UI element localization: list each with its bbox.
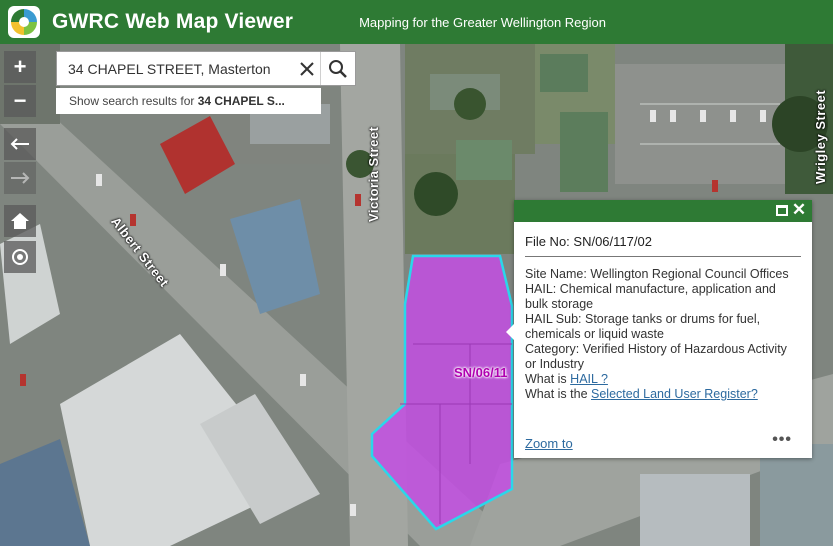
maximize-icon[interactable] — [776, 205, 788, 216]
zoom-in-button[interactable]: + — [4, 51, 36, 83]
search-icon — [329, 59, 347, 78]
popup-content: Site Name: Wellington Regional Council O… — [525, 267, 801, 402]
street-label-victoria: Victoria Street — [366, 126, 381, 222]
site-name-field: Site Name: Wellington Regional Council O… — [525, 267, 789, 281]
search-button[interactable] — [320, 52, 355, 85]
more-actions-button[interactable]: ••• — [772, 431, 792, 449]
zoom-to-link[interactable]: Zoom to — [525, 436, 573, 451]
arrow-left-icon — [10, 138, 29, 150]
search-suggestion[interactable]: Show search results for 34 CHAPEL S... — [56, 88, 321, 114]
gwrc-logo — [8, 6, 40, 38]
home-icon — [11, 213, 29, 229]
hail-link[interactable]: HAIL ? — [570, 372, 608, 386]
feature-popup: ✕ File No: SN/06/117/02 Site Name: Welli… — [506, 200, 812, 458]
zoom-out-button[interactable]: − — [4, 85, 36, 117]
street-label-wrigley: Wrigley Street — [813, 89, 828, 184]
what-is-hail: What is HAIL ? — [525, 372, 608, 386]
popup-title: File No: SN/06/117/02 — [525, 234, 801, 257]
parcel-label: SN/06/11 — [454, 365, 508, 380]
app-title: GWRC Web Map Viewer — [52, 10, 294, 33]
next-extent-button[interactable] — [4, 162, 36, 194]
hail-sub-field: HAIL Sub: Storage tanks or drums for fue… — [525, 312, 761, 341]
search-box — [56, 51, 356, 86]
app-subtitle: Mapping for the Greater Wellington Regio… — [359, 14, 606, 30]
previous-extent-button[interactable] — [4, 128, 36, 160]
home-button[interactable] — [4, 205, 36, 237]
popup-pointer — [506, 323, 515, 341]
close-icon — [300, 61, 314, 76]
locate-button[interactable] — [4, 241, 36, 273]
what-is-register: What is the Selected Land User Register? — [525, 387, 758, 401]
category-field: Category: Verified History of Hazardous … — [525, 342, 787, 371]
arrow-right-icon — [11, 172, 30, 184]
clear-search-button[interactable] — [293, 52, 321, 85]
popup-header: ✕ — [514, 200, 812, 222]
register-link[interactable]: Selected Land User Register? — [591, 387, 758, 401]
hail-field: HAIL: Chemical manufacture, application … — [525, 282, 776, 311]
close-popup-button[interactable]: ✕ — [791, 201, 807, 218]
app-header: GWRC Web Map Viewer Mapping for the Grea… — [0, 0, 833, 44]
locate-icon — [12, 249, 28, 265]
search-input[interactable] — [57, 52, 293, 85]
